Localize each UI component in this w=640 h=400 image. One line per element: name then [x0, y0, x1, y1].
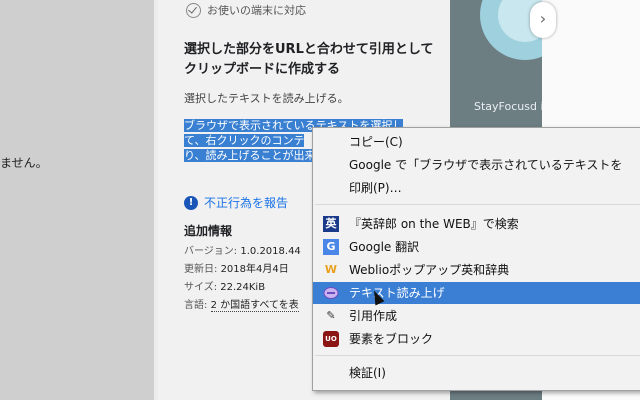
quote-icon: ✎	[326, 309, 336, 322]
menu-item-label: Weblioポップアップ英和辞典	[349, 263, 510, 277]
info-value: 2018年4月4日	[220, 264, 289, 275]
language-link[interactable]: 2 か国語すべてを表	[210, 300, 299, 312]
context-menu: コピー(C) Google で「ブラウザで表示されているテキストを 印刷(P)……	[312, 127, 640, 391]
info-row-language: 言語: 2 か国語すべてを表	[184, 297, 301, 315]
menu-item-print[interactable]: 印刷(P)…	[313, 177, 640, 199]
additional-info-title: 追加情報	[184, 224, 233, 238]
menu-item-google-translate[interactable]: G Google 翻訳	[313, 236, 640, 258]
additional-info-list: バージョン: 1.0.2018.44 更新日: 2018年4月4日 サイズ: 2…	[184, 243, 301, 315]
next-button[interactable]: ›	[530, 2, 556, 38]
selected-text-line[interactable]: り、読み上げることが出来	[184, 149, 316, 162]
selected-text-line[interactable]: て、右クリックのコンテ	[184, 134, 305, 147]
menu-item-label: テキスト読み上げ	[349, 286, 445, 300]
menu-item-google-search[interactable]: Google で「ブラウザで表示されているテキストを	[313, 154, 640, 176]
info-value: 22.24KiB	[220, 282, 266, 293]
info-row-updated: 更新日: 2018年4月4日	[184, 261, 301, 279]
menu-item-weblio[interactable]: W Weblioポップアップ英和辞典	[313, 259, 640, 281]
report-abuse-label[interactable]: 不正行為を報告	[204, 194, 288, 211]
promo-text: StayFocusd in	[474, 100, 542, 113]
google-translate-icon: G	[323, 239, 339, 255]
info-label: バージョン:	[184, 246, 241, 257]
menu-item-label: Google で「ブラウザで表示されているテキストを	[349, 158, 623, 172]
ublock-icon: UO	[323, 331, 339, 347]
info-label: サイズ:	[184, 282, 221, 293]
menu-item-label: 検証(I)	[349, 366, 386, 380]
text-to-speech-icon	[323, 285, 339, 301]
menu-item-eijiro[interactable]: 英 『英辞郎 on the WEB』で検索	[313, 213, 640, 235]
menu-item-quote[interactable]: ✎ 引用作成	[313, 305, 640, 327]
alert-icon: !	[184, 195, 198, 210]
left-page-text: ません。	[0, 156, 48, 170]
weblio-icon: W	[324, 263, 338, 276]
menu-item-label: 印刷(P)…	[349, 181, 402, 195]
menu-separator	[315, 204, 640, 205]
menu-item-block-element[interactable]: UO 要素をブロック	[313, 328, 640, 350]
extension-heading: 選択した部分をURLと合わせて引用としてクリップボードに作成する	[184, 42, 434, 77]
eijiro-icon: 英	[323, 216, 339, 232]
menu-separator	[315, 355, 640, 356]
left-page-panel: ません。	[0, 0, 154, 400]
info-value: 1.0.2018.44	[240, 246, 301, 257]
extension-description: 選択したテキストを読み上げる。	[184, 92, 349, 105]
menu-item-label: 『英辞郎 on the WEB』で検索	[349, 217, 519, 231]
device-support-text: お使いの端末に対応	[207, 4, 306, 17]
device-support-row: お使いの端末に対応	[186, 2, 306, 18]
info-label: 言語:	[184, 300, 211, 311]
menu-item-copy[interactable]: コピー(C)	[313, 131, 640, 153]
menu-item-text-to-speech[interactable]: テキスト読み上げ	[313, 282, 640, 304]
info-label: 更新日:	[184, 264, 221, 275]
menu-item-inspect[interactable]: 検証(I)	[313, 362, 640, 384]
menu-item-label: Google 翻訳	[349, 240, 420, 254]
check-circle-icon	[186, 2, 201, 18]
menu-item-label: 引用作成	[349, 309, 398, 323]
info-row-size: サイズ: 22.24KiB	[184, 279, 301, 297]
menu-item-label: 要素をブロック	[349, 332, 434, 346]
menu-item-label: コピー(C)	[349, 135, 403, 149]
report-abuse-link[interactable]: ! 不正行為を報告	[184, 194, 288, 211]
info-row-version: バージョン: 1.0.2018.44	[184, 243, 301, 261]
